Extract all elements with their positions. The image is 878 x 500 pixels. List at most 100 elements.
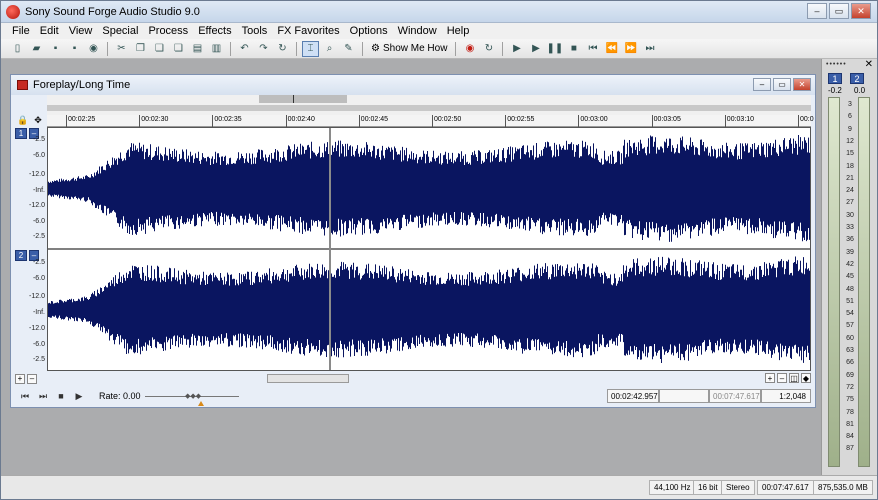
stop-icon[interactable]: ■: [55, 390, 67, 402]
zoom-fit-icon[interactable]: ◫: [789, 373, 799, 383]
status-length: 00:07:47.617: [757, 480, 814, 495]
level-label: -2.5: [32, 136, 45, 143]
menu-window[interactable]: Window: [393, 25, 442, 37]
menu-help[interactable]: Help: [442, 25, 475, 37]
trim-icon[interactable]: ▥: [208, 41, 225, 57]
save-as-icon[interactable]: ▪: [66, 41, 83, 57]
waveform-display[interactable]: [47, 127, 811, 371]
time-zoom-out-icon[interactable]: –: [777, 373, 787, 383]
save-icon[interactable]: ▪: [47, 41, 64, 57]
waveform-svg[interactable]: [48, 128, 810, 370]
meter-grip[interactable]: ••••••: [826, 61, 847, 68]
edit-tool-icon[interactable]: ⌶: [302, 40, 319, 57]
copy-icon[interactable]: ❐: [132, 41, 149, 57]
repeat-icon[interactable]: ↻: [274, 41, 291, 57]
meter-close-icon[interactable]: ✕: [865, 59, 873, 70]
scroll-thumb[interactable]: [267, 374, 349, 383]
show-me-how-label: Show Me How: [382, 43, 448, 54]
magnify-tool-icon[interactable]: ⌕: [321, 41, 338, 57]
zoom-ratio-field[interactable]: 1:2,048: [761, 389, 811, 403]
menu-effects[interactable]: Effects: [193, 25, 236, 37]
meter-channel-2-badge[interactable]: 2: [850, 73, 864, 84]
selection-length-field[interactable]: 00:07:47.617: [709, 389, 761, 403]
status-channels[interactable]: Stereo: [721, 480, 755, 495]
snap-icon[interactable]: ✥: [34, 115, 42, 127]
ruler-tools: 🔒 ✥: [17, 115, 47, 127]
menu-file[interactable]: File: [7, 25, 35, 37]
redo-icon[interactable]: ↷: [255, 41, 272, 57]
data-window-close-button[interactable]: ✕: [793, 78, 811, 91]
play-normal-icon[interactable]: ▶: [73, 390, 85, 402]
time-ruler[interactable]: 00:02:25 00:02:30 00:02:35 00:02:40 00:02:45…: [47, 115, 814, 127]
app-title: Sony Sound Forge Audio Studio 9.0: [25, 5, 200, 18]
rate-slider-knob[interactable]: ◆◆◆: [185, 392, 201, 400]
data-window-title-bar: Foreplay/Long Time ‒ ▭ ✕: [11, 75, 815, 95]
undo-icon[interactable]: ↶: [236, 41, 253, 57]
rewind-icon[interactable]: ⏪: [603, 41, 620, 57]
level-label: -6.0: [32, 341, 45, 348]
cursor-position-field[interactable]: 00:02:42.957: [607, 389, 659, 403]
status-bit-depth[interactable]: 16 bit: [693, 480, 723, 495]
meter-channel-1-badge[interactable]: 1: [828, 73, 842, 84]
scroll-right-controls: + – ◫ ◆: [765, 373, 813, 383]
status-sample-rate[interactable]: 44,100 Hz: [649, 480, 696, 495]
go-to-end-icon[interactable]: ⏭: [641, 41, 658, 57]
selection-start-field[interactable]: [659, 389, 709, 403]
ruler-tick-label: 00:02:30: [141, 116, 169, 123]
zoom-out-icon[interactable]: –: [27, 373, 37, 384]
menu-tools[interactable]: Tools: [237, 25, 273, 37]
overview-bar[interactable]: [47, 95, 811, 115]
data-window-transport: ⏮ ⏭ ■ ▶ Rate: 0.00 ◆◆◆ 00:02:42.957 00:0…: [11, 385, 815, 407]
data-window-maximize-button[interactable]: ▭: [773, 78, 791, 91]
main-toolbar: ▯ ▰ ▪ ▪ ◉ ✂ ❐ ❏ ❏ ▤ ▥ ↶ ↷ ↻ ⌶ ⌕ ✎ ⚙ Show…: [1, 39, 877, 59]
overview-visible-range[interactable]: [259, 95, 347, 103]
data-window-title: Foreplay/Long Time: [33, 79, 131, 91]
meter-scale-label: 54: [846, 310, 854, 318]
minimize-button[interactable]: ‒: [807, 3, 827, 19]
show-me-how-button[interactable]: ⚙ Show Me How: [368, 43, 450, 54]
ruler-tick-label: 00:03:05: [653, 116, 681, 123]
crop-icon[interactable]: ▤: [189, 41, 206, 57]
time-zoom-in-icon[interactable]: +: [765, 373, 775, 383]
pencil-tool-icon[interactable]: ✎: [340, 41, 357, 57]
play-all-icon[interactable]: ▶: [508, 41, 525, 57]
record-icon[interactable]: ◉: [461, 41, 478, 57]
meter-scale-label: 69: [846, 371, 854, 379]
meter-scale-label: 45: [846, 273, 854, 281]
loop-icon[interactable]: ↻: [480, 41, 497, 57]
level-label: -12.0: [29, 325, 45, 332]
data-window-minimize-button[interactable]: ‒: [753, 78, 771, 91]
pause-icon[interactable]: ❚❚: [546, 41, 564, 57]
peak-value-1: -0.2: [828, 86, 842, 95]
close-button[interactable]: ✕: [851, 3, 871, 19]
paste-icon[interactable]: ❏: [151, 41, 168, 57]
mix-icon[interactable]: ❏: [170, 41, 187, 57]
ruler-tick-label: 00:02:40: [287, 116, 315, 123]
play-icon[interactable]: ▶: [527, 41, 544, 57]
overview-strip[interactable]: [47, 105, 811, 111]
zoom-in-icon[interactable]: +: [15, 373, 25, 384]
properties-icon[interactable]: ◉: [85, 41, 102, 57]
maximize-button[interactable]: ▭: [829, 3, 849, 19]
forward-icon[interactable]: ⏩: [622, 41, 639, 57]
data-window: Foreplay/Long Time ‒ ▭ ✕ 🔒 ✥ 00:02:25 00:…: [10, 74, 816, 408]
new-file-icon[interactable]: ▯: [9, 41, 26, 57]
go-to-start-icon[interactable]: ⏮: [584, 41, 601, 57]
stop-icon[interactable]: ■: [565, 41, 582, 57]
menu-process[interactable]: Process: [143, 25, 193, 37]
cut-icon[interactable]: ✂: [113, 41, 130, 57]
zoom-normal-icon[interactable]: ◆: [801, 373, 811, 383]
sound-forge-logo-icon: [6, 4, 20, 19]
menu-options[interactable]: Options: [345, 25, 393, 37]
menu-edit[interactable]: Edit: [35, 25, 64, 37]
menu-view[interactable]: View: [64, 25, 98, 37]
menu-fx-favorites[interactable]: FX Favorites: [272, 25, 344, 37]
level-label: -6.0: [32, 152, 45, 159]
playback-rate-slider[interactable]: ◆◆◆: [145, 392, 239, 406]
playback-rate-label: Rate: 0.00: [99, 391, 141, 401]
open-folder-icon[interactable]: ▰: [28, 41, 45, 57]
go-to-end-icon[interactable]: ⏭: [37, 390, 49, 402]
lock-icon[interactable]: 🔒: [17, 115, 28, 127]
menu-special[interactable]: Special: [97, 25, 143, 37]
go-to-start-icon[interactable]: ⏮: [19, 390, 31, 402]
